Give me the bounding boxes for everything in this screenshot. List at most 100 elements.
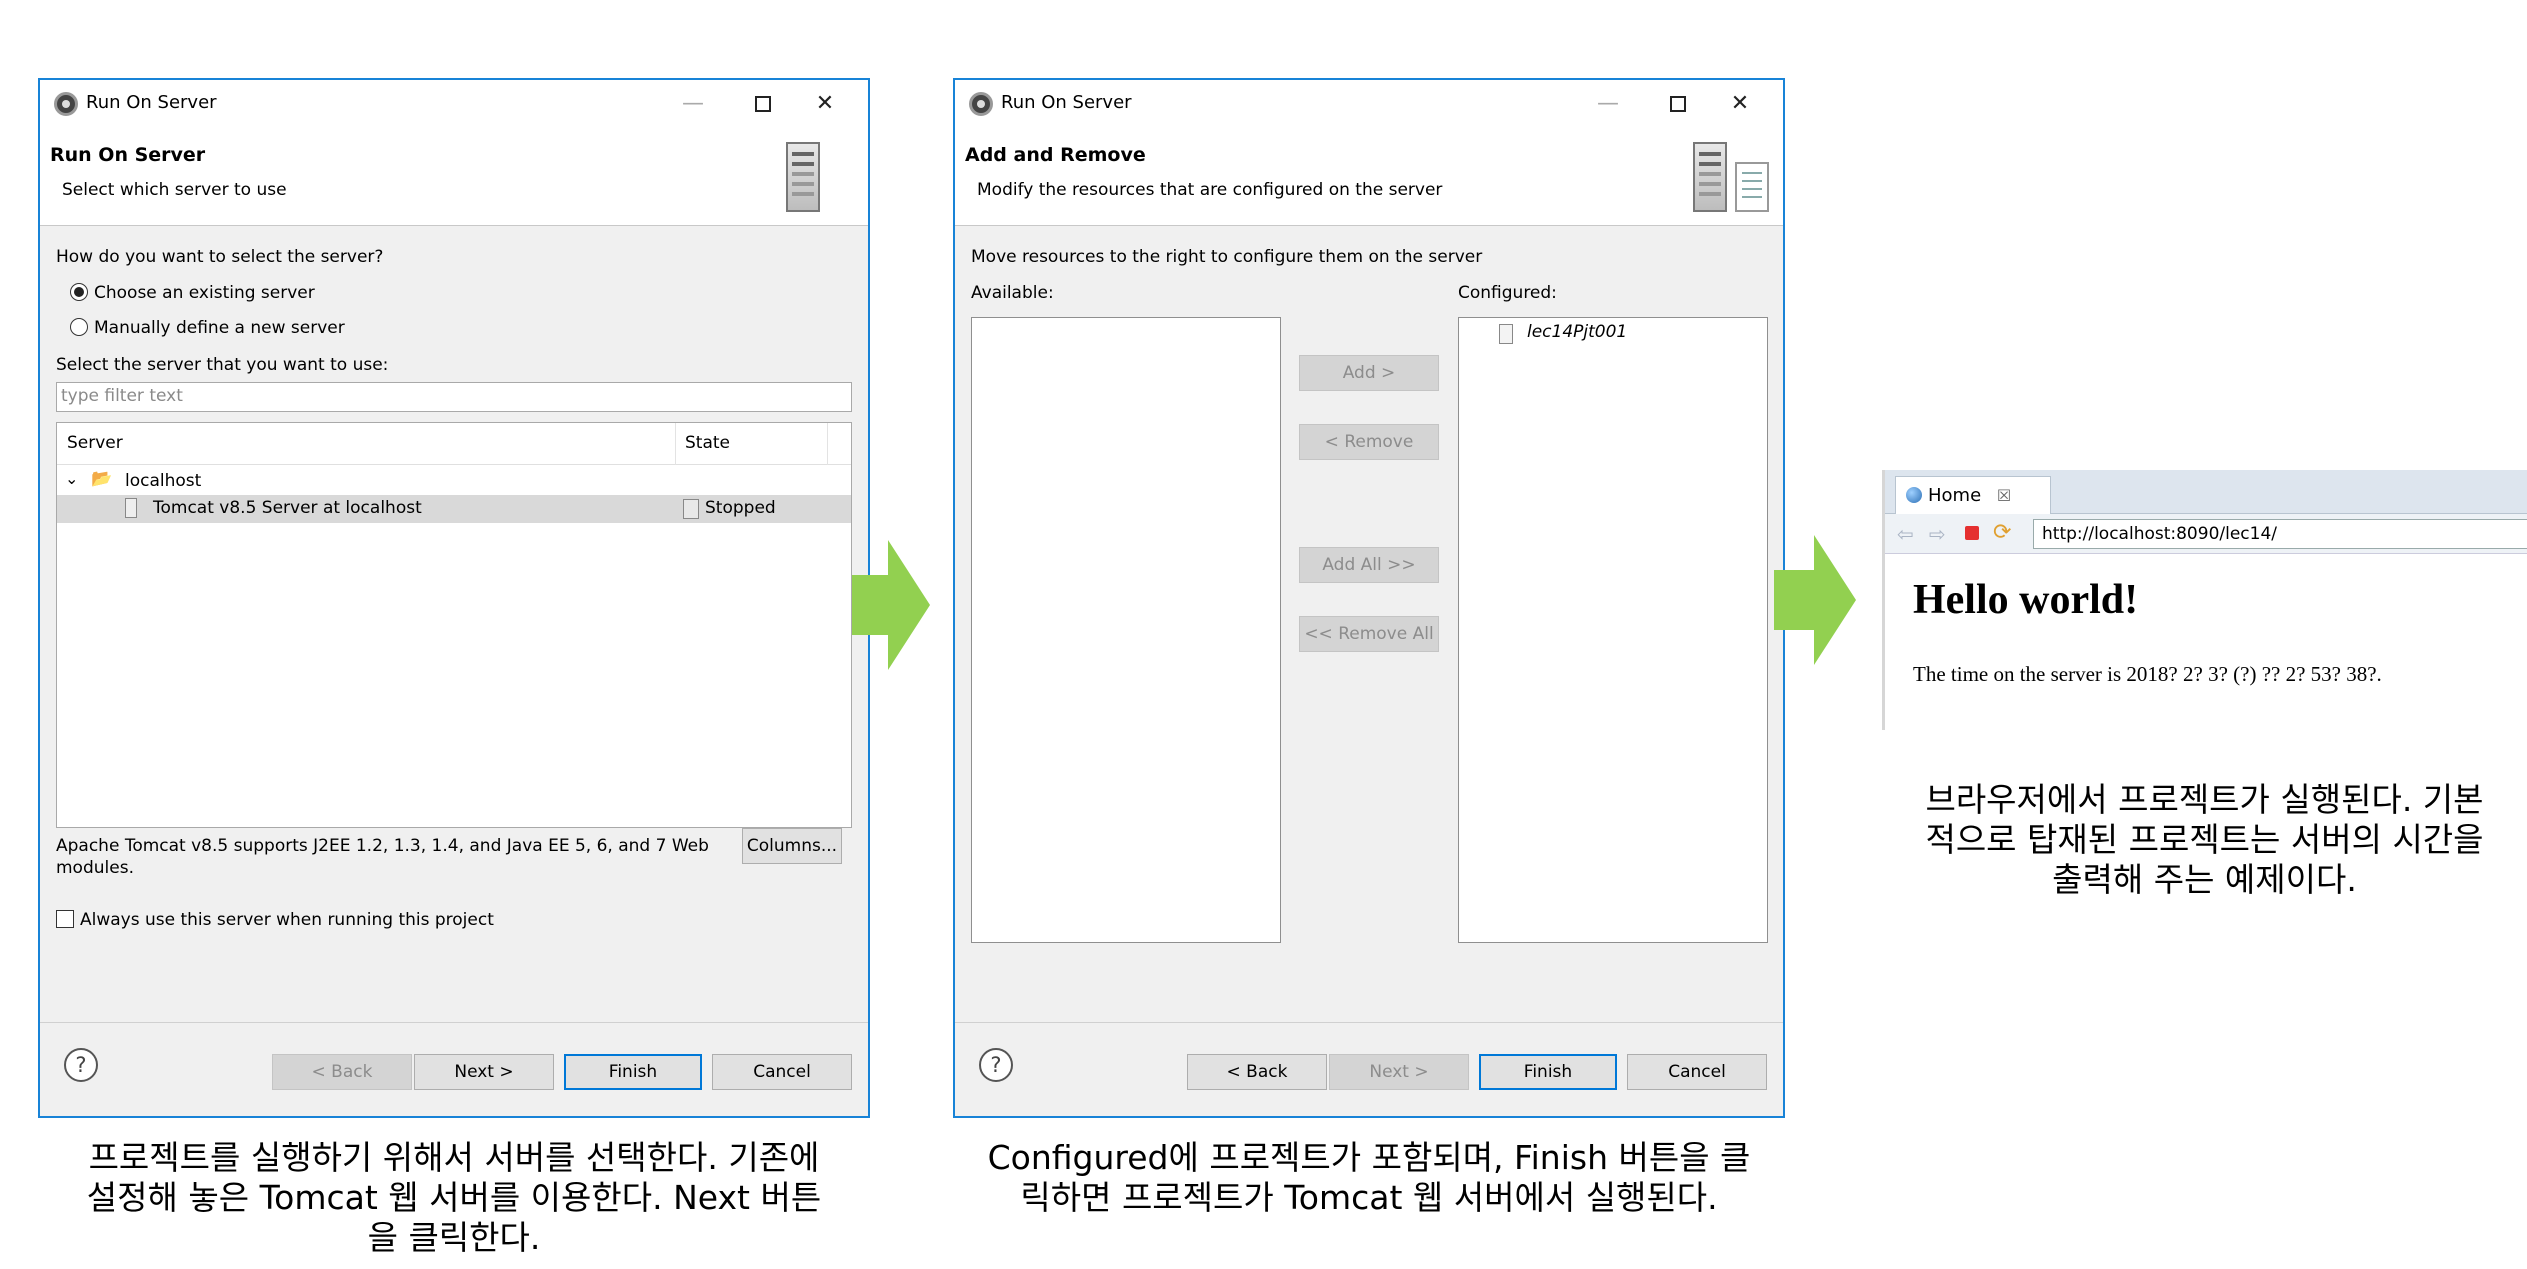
wizard-subtitle: Select which server to use — [62, 180, 287, 200]
tree-item-label: Tomcat v8.5 Server at localhost — [153, 498, 422, 518]
back-button[interactable]: < Back — [272, 1054, 412, 1090]
available-list[interactable] — [971, 317, 1281, 943]
radio-manual-label: Manually define a new server — [94, 318, 345, 338]
maximize-icon — [755, 96, 771, 112]
remove-button[interactable]: < Remove — [1299, 424, 1439, 460]
server-banner-icon — [786, 142, 820, 212]
caption-step-2: Configured에 프로젝트가 포함되며, Finish 버튼을 클 릭하면… — [953, 1138, 1785, 1218]
tree-root-label: localhost — [125, 471, 202, 491]
add-button[interactable]: Add > — [1299, 355, 1439, 391]
radio-existing-label: Choose an existing server — [94, 283, 315, 303]
back-button[interactable]: < Back — [1187, 1054, 1327, 1090]
available-label: Available: — [971, 283, 1054, 303]
caption-line: Configured에 프로젝트가 포함되며, Finish 버튼을 클 — [987, 1138, 1751, 1177]
add-all-button[interactable]: Add All >> — [1299, 547, 1439, 583]
browser-tab-bar: Home ☒ — [1885, 470, 2527, 514]
close-button[interactable]: ✕ — [1715, 86, 1765, 122]
folder-open-icon: 📂 — [91, 469, 113, 489]
page-heading: Hello world! — [1913, 577, 2139, 623]
configured-item[interactable]: lec14Pjt001 — [1527, 322, 1627, 342]
arrow-shaft — [852, 575, 888, 635]
browser-panel: Home ☒ ⇦ ⇨ ⟳ http://localhost:8090/lec14… — [1882, 470, 2527, 730]
filter-input[interactable]: type filter text — [56, 382, 852, 412]
server-description-cont: modules. — [56, 858, 134, 878]
chevron-down-icon[interactable]: ⌄ — [65, 469, 78, 488]
column-divider — [827, 423, 828, 465]
tab-close-icon[interactable]: ☒ — [1997, 486, 2011, 505]
table-header: Server State — [57, 423, 851, 465]
caption-line: 브라우저에서 프로젝트가 실행된다. 기본 — [1925, 780, 2484, 819]
wizard-header: Run On Server Select which server to use — [40, 128, 868, 226]
wizard-title: Run On Server — [50, 144, 206, 166]
columns-button[interactable]: Columns... — [742, 828, 842, 864]
column-state[interactable]: State — [685, 433, 730, 453]
server-table: Server State ⌄ 📂 localhost Tomcat v8.5 S… — [56, 422, 852, 828]
wizard-header: Add and Remove Modify the resources that… — [955, 128, 1783, 226]
next-button[interactable]: Next > — [1329, 1054, 1469, 1090]
wizard-subtitle: Modify the resources that are configured… — [977, 180, 1443, 200]
remove-all-button[interactable]: << Remove All — [1299, 616, 1439, 652]
window-title: Run On Server — [1001, 92, 1132, 113]
server-icon — [125, 498, 137, 518]
title-bar: Run On Server — ✕ — [955, 80, 1783, 128]
radio-existing-server[interactable] — [70, 283, 88, 301]
configured-label: Configured: — [1458, 283, 1557, 303]
forward-arrow-icon[interactable]: ⇨ — [1929, 522, 1946, 546]
tree-row-tomcat[interactable]: Tomcat v8.5 Server at localhost Stopped — [57, 495, 851, 523]
page-body-text: The time on the server is 2018? 2? 3? (?… — [1913, 662, 2382, 686]
help-icon[interactable]: ? — [979, 1048, 1013, 1082]
next-button[interactable]: Next > — [414, 1054, 554, 1090]
minimize-button[interactable]: — — [1583, 86, 1633, 122]
configured-list[interactable]: lec14Pjt001 — [1458, 317, 1768, 943]
close-button[interactable]: ✕ — [800, 86, 850, 122]
stop-icon[interactable] — [1965, 526, 1979, 540]
document-icon — [1735, 162, 1769, 212]
browser-toolbar: ⇦ ⇨ ⟳ http://localhost:8090/lec14/ — [1885, 514, 2527, 554]
run-on-server-dialog: Run On Server — ✕ Run On Server Select w… — [38, 78, 870, 1118]
url-input[interactable]: http://localhost:8090/lec14/ — [2033, 519, 2527, 549]
tab-label: Home — [1928, 485, 1982, 506]
arrow-right-icon — [888, 540, 930, 670]
column-divider — [675, 423, 676, 465]
caption-line: 출력해 주는 예제이다. — [2052, 860, 2357, 899]
instruction-label: Move resources to the right to configure… — [971, 247, 1483, 267]
caption-line: 프로젝트를 실행하기 위해서 서버를 선택한다. 기존에 — [88, 1138, 820, 1177]
title-bar: Run On Server — ✕ — [40, 80, 868, 128]
footer-divider — [40, 1022, 868, 1023]
refresh-icon[interactable]: ⟳ — [1993, 520, 2011, 545]
finish-button[interactable]: Finish — [564, 1054, 702, 1090]
help-icon[interactable]: ? — [64, 1048, 98, 1082]
footer-divider — [955, 1022, 1783, 1023]
eclipse-icon — [969, 92, 993, 116]
add-remove-dialog: Run On Server — ✕ Add and Remove Modify … — [953, 78, 1785, 1118]
eclipse-icon — [54, 92, 78, 116]
always-use-checkbox[interactable] — [56, 910, 74, 928]
finish-button[interactable]: Finish — [1479, 1054, 1617, 1090]
minimize-button[interactable]: — — [668, 86, 718, 122]
window-title: Run On Server — [86, 92, 217, 113]
browser-tab-home[interactable]: Home ☒ — [1895, 476, 2051, 514]
wizard-title: Add and Remove — [965, 144, 1146, 166]
caption-step-1: 프로젝트를 실행하기 위해서 서버를 선택한다. 기존에 설정해 놓은 Tomc… — [38, 1138, 870, 1258]
globe-icon — [1906, 487, 1922, 503]
project-icon — [1499, 324, 1513, 344]
select-server-label: Select the server that you want to use: — [56, 355, 389, 375]
maximize-button[interactable] — [738, 86, 788, 122]
arrow-shaft — [1774, 570, 1814, 630]
radio-manual-server[interactable] — [70, 318, 88, 336]
caption-line: 적으로 탑재된 프로젝트는 서버의 시간을 — [1925, 820, 2484, 859]
always-use-label: Always use this server when running this… — [80, 910, 494, 930]
caption-line: 릭하면 프로젝트가 Tomcat 웹 서버에서 실행된다. — [1020, 1178, 1718, 1217]
tree-row-localhost[interactable]: ⌄ 📂 localhost — [57, 467, 851, 495]
state-label: Stopped — [705, 498, 776, 518]
maximize-button[interactable] — [1653, 86, 1703, 122]
caption-step-3: 브라우저에서 프로젝트가 실행된다. 기본 적으로 탑재된 프로젝트는 서버의 … — [1882, 780, 2527, 900]
question-label: How do you want to select the server? — [56, 247, 384, 267]
caption-line: 설정해 놓은 Tomcat 웹 서버를 이용한다. Next 버튼 — [86, 1178, 822, 1217]
arrow-right-icon — [1814, 535, 1856, 665]
back-arrow-icon[interactable]: ⇦ — [1897, 522, 1914, 546]
column-server[interactable]: Server — [67, 433, 123, 453]
cancel-button[interactable]: Cancel — [1627, 1054, 1767, 1090]
server-description: Apache Tomcat v8.5 supports J2EE 1.2, 1.… — [56, 836, 709, 856]
cancel-button[interactable]: Cancel — [712, 1054, 852, 1090]
